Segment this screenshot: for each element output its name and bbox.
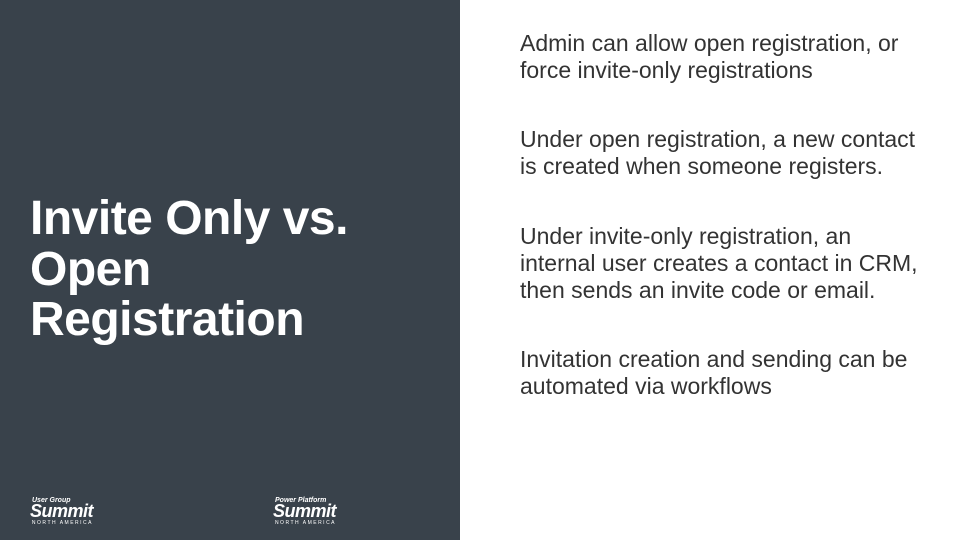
slide-title: Invite Only vs. Open Registration [30,194,430,345]
logo-power-platform-summit: Power Platform Summit NORTH AMERICA [273,497,336,526]
content-panel: Admin can allow open registration, or fo… [460,0,960,540]
bullet-item: Invitation creation and sending can be a… [520,346,920,400]
bullet-item: Under open registration, a new contact i… [520,126,920,180]
bullet-item: Under invite-only registration, an inter… [520,223,920,304]
logo-subline: NORTH AMERICA [273,521,336,526]
slide: Invite Only vs. Open Registration User G… [0,0,960,540]
logo-subline: NORTH AMERICA [30,521,93,526]
left-panel: Invite Only vs. Open Registration User G… [0,0,460,540]
logo-row: User Group Summit NORTH AMERICA Power Pl… [30,497,430,526]
logo-main: Summit [273,502,336,520]
logo-main: Summit [30,502,93,520]
logo-user-group-summit: User Group Summit NORTH AMERICA [30,497,93,526]
bullet-item: Admin can allow open registration, or fo… [520,30,920,84]
